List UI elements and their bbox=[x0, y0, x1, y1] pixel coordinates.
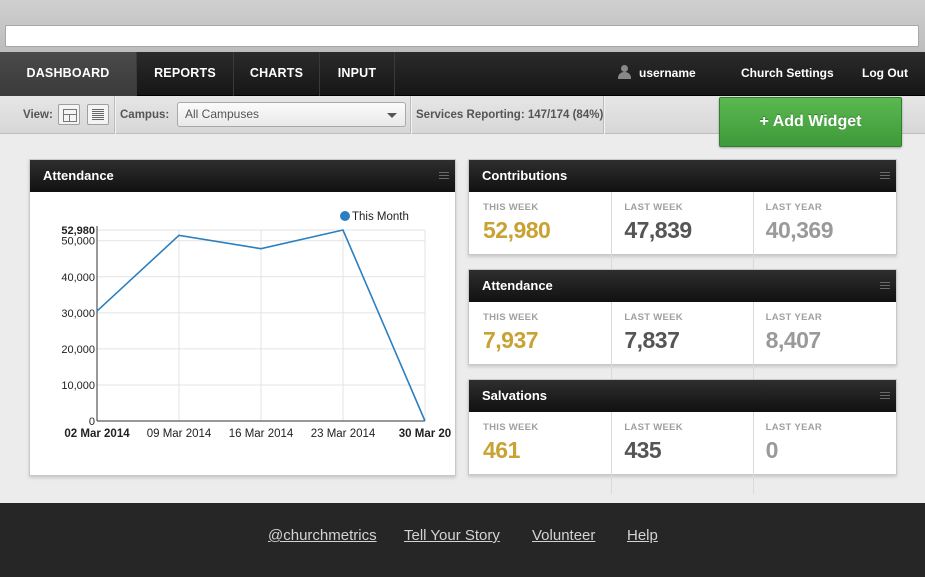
menu-icon[interactable] bbox=[880, 172, 890, 180]
view-label: View: bbox=[23, 109, 53, 121]
contributions-widget: Contributions THIS WEEK 52,980 LAST WEEK 4… bbox=[468, 159, 897, 274]
stat-last-week: LAST WEEK 47,839 bbox=[612, 192, 754, 274]
browser-chrome bbox=[0, 0, 925, 52]
stat-this-week: THIS WEEK 7,937 bbox=[471, 302, 613, 384]
services-reporting: Services Reporting: 147/174 (84%) bbox=[416, 109, 604, 121]
footer-link-help[interactable]: Help bbox=[627, 527, 658, 544]
stat-label: LAST WEEK bbox=[624, 312, 683, 323]
footer-link-tell-your-story[interactable]: Tell Your Story bbox=[404, 527, 500, 544]
stats-row: THIS WEEK 52,980 LAST WEEK 47,839 LAST YEA… bbox=[469, 192, 896, 278]
user-icon bbox=[618, 65, 631, 80]
stat-label: THIS WEEK bbox=[483, 202, 539, 213]
stat-value: 7,837 bbox=[624, 327, 680, 353]
y-tick-label: 10,000 bbox=[61, 380, 95, 392]
tab-charts[interactable]: CHARTS bbox=[234, 52, 320, 96]
stat-this-week: THIS WEEK 52,980 bbox=[471, 192, 613, 274]
address-bar[interactable] bbox=[5, 25, 919, 47]
stat-value: 47,839 bbox=[624, 217, 692, 243]
stat-value: 7,937 bbox=[483, 327, 539, 353]
stat-label: LAST YEAR bbox=[765, 202, 823, 213]
grid-view-icon[interactable] bbox=[58, 104, 80, 125]
footer-link-volunteer[interactable]: Volunteer bbox=[532, 527, 595, 544]
add-widget-button[interactable]: + Add Widget bbox=[719, 97, 902, 147]
tab-dashboard[interactable]: DASHBOARD bbox=[0, 52, 137, 96]
menu-icon[interactable] bbox=[439, 172, 449, 180]
y-tick-label: 20,000 bbox=[61, 344, 95, 356]
stat-label: LAST YEAR bbox=[765, 422, 823, 433]
legend-marker bbox=[340, 211, 350, 221]
y-tick-label: 40,000 bbox=[61, 272, 95, 284]
stat-label: THIS WEEK bbox=[483, 422, 539, 433]
y-tick-label: 30,000 bbox=[61, 308, 95, 320]
menu-icon[interactable] bbox=[880, 392, 890, 400]
panel-title-text: Salvations bbox=[482, 388, 548, 403]
panel-title: Attendance bbox=[469, 270, 896, 302]
x-tick-label: 09 Mar 2014 bbox=[147, 428, 212, 440]
x-tick-label: 30 Mar 20 bbox=[399, 428, 451, 440]
divider bbox=[410, 96, 411, 134]
stat-last-week: LAST WEEK 435 bbox=[612, 412, 754, 494]
divider bbox=[603, 96, 604, 134]
panel-title-text: Attendance bbox=[43, 168, 114, 183]
x-tick-label: 02 Mar 2014 bbox=[64, 428, 130, 440]
attendance-chart-panel: Attendance 0 10,000 20,000 30,000 40,000 50,0… bbox=[29, 159, 456, 476]
footer: @churchmetrics Tell Your Story Volunteer… bbox=[0, 503, 925, 577]
stat-value: 8,407 bbox=[765, 327, 822, 353]
stat-label: LAST WEEK bbox=[624, 202, 683, 213]
stat-label: LAST YEAR bbox=[765, 312, 823, 323]
main-nav: DASHBOARD REPORTS CHARTS INPUT username … bbox=[0, 52, 925, 96]
username-label: username bbox=[639, 66, 696, 80]
panel-title-text: Attendance bbox=[482, 278, 553, 293]
stat-this-week: THIS WEEK 461 bbox=[471, 412, 613, 494]
stat-value: 435 bbox=[624, 437, 662, 463]
x-tick-label: 16 Mar 2014 bbox=[229, 428, 294, 440]
stat-value: 0 bbox=[765, 437, 779, 463]
list-view-icon[interactable] bbox=[87, 104, 109, 125]
chevron-down-icon bbox=[387, 113, 397, 118]
stat-value: 40,369 bbox=[765, 217, 834, 243]
y-tick-label: 50,000 bbox=[61, 236, 95, 248]
user-menu[interactable]: username bbox=[618, 52, 696, 96]
campus-select-value: All Campuses bbox=[185, 107, 260, 121]
footer-link-churchmetrics[interactable]: @churchmetrics bbox=[268, 527, 377, 544]
campus-select[interactable]: All Campuses bbox=[177, 102, 406, 127]
stat-label: LAST WEEK bbox=[624, 422, 683, 433]
y-tick-label: 0 bbox=[89, 416, 95, 428]
stats-row: THIS WEEK 7,937 LAST WEEK 7,837 LAST YEAR 8… bbox=[469, 302, 896, 388]
stat-value: 461 bbox=[483, 437, 520, 463]
panel-title: Contributions bbox=[469, 160, 896, 192]
panel-title-text: Contributions bbox=[482, 168, 568, 183]
divider bbox=[114, 96, 115, 134]
legend-label: This Month bbox=[352, 211, 409, 223]
stat-last-week: LAST WEEK 7,837 bbox=[612, 302, 754, 384]
stat-label: THIS WEEK bbox=[483, 312, 539, 323]
x-tick-label: 23 Mar 2014 bbox=[311, 428, 376, 440]
logout-link[interactable]: Log Out bbox=[862, 52, 908, 96]
menu-icon[interactable] bbox=[880, 282, 890, 290]
church-settings-link[interactable]: Church Settings bbox=[741, 52, 834, 96]
stat-value: 52,980 bbox=[483, 217, 551, 243]
stat-last-year: LAST YEAR 0 bbox=[754, 412, 894, 494]
y-max-label: 52,980 bbox=[61, 225, 95, 237]
tab-reports[interactable]: REPORTS bbox=[137, 52, 234, 96]
salvations-widget: Salvations THIS WEEK 461 LAST WEEK 435 LAS… bbox=[468, 379, 897, 494]
stat-last-year: LAST YEAR 40,369 bbox=[754, 192, 894, 274]
panel-title: Attendance bbox=[30, 160, 455, 192]
tab-input[interactable]: INPUT bbox=[320, 52, 395, 96]
campus-label: Campus: bbox=[120, 109, 170, 121]
attendance-widget: Attendance THIS WEEK 7,937 LAST WEEK 7,837… bbox=[468, 269, 897, 384]
attendance-line-chart: 0 10,000 20,000 30,000 40,000 50,00052,980 02 … bbox=[61, 211, 451, 440]
stats-row: THIS WEEK 461 LAST WEEK 435 LAST YEAR 0 bbox=[469, 412, 896, 498]
stat-last-year: LAST YEAR 8,407 bbox=[754, 302, 894, 384]
panel-title: Salvations bbox=[469, 380, 896, 412]
